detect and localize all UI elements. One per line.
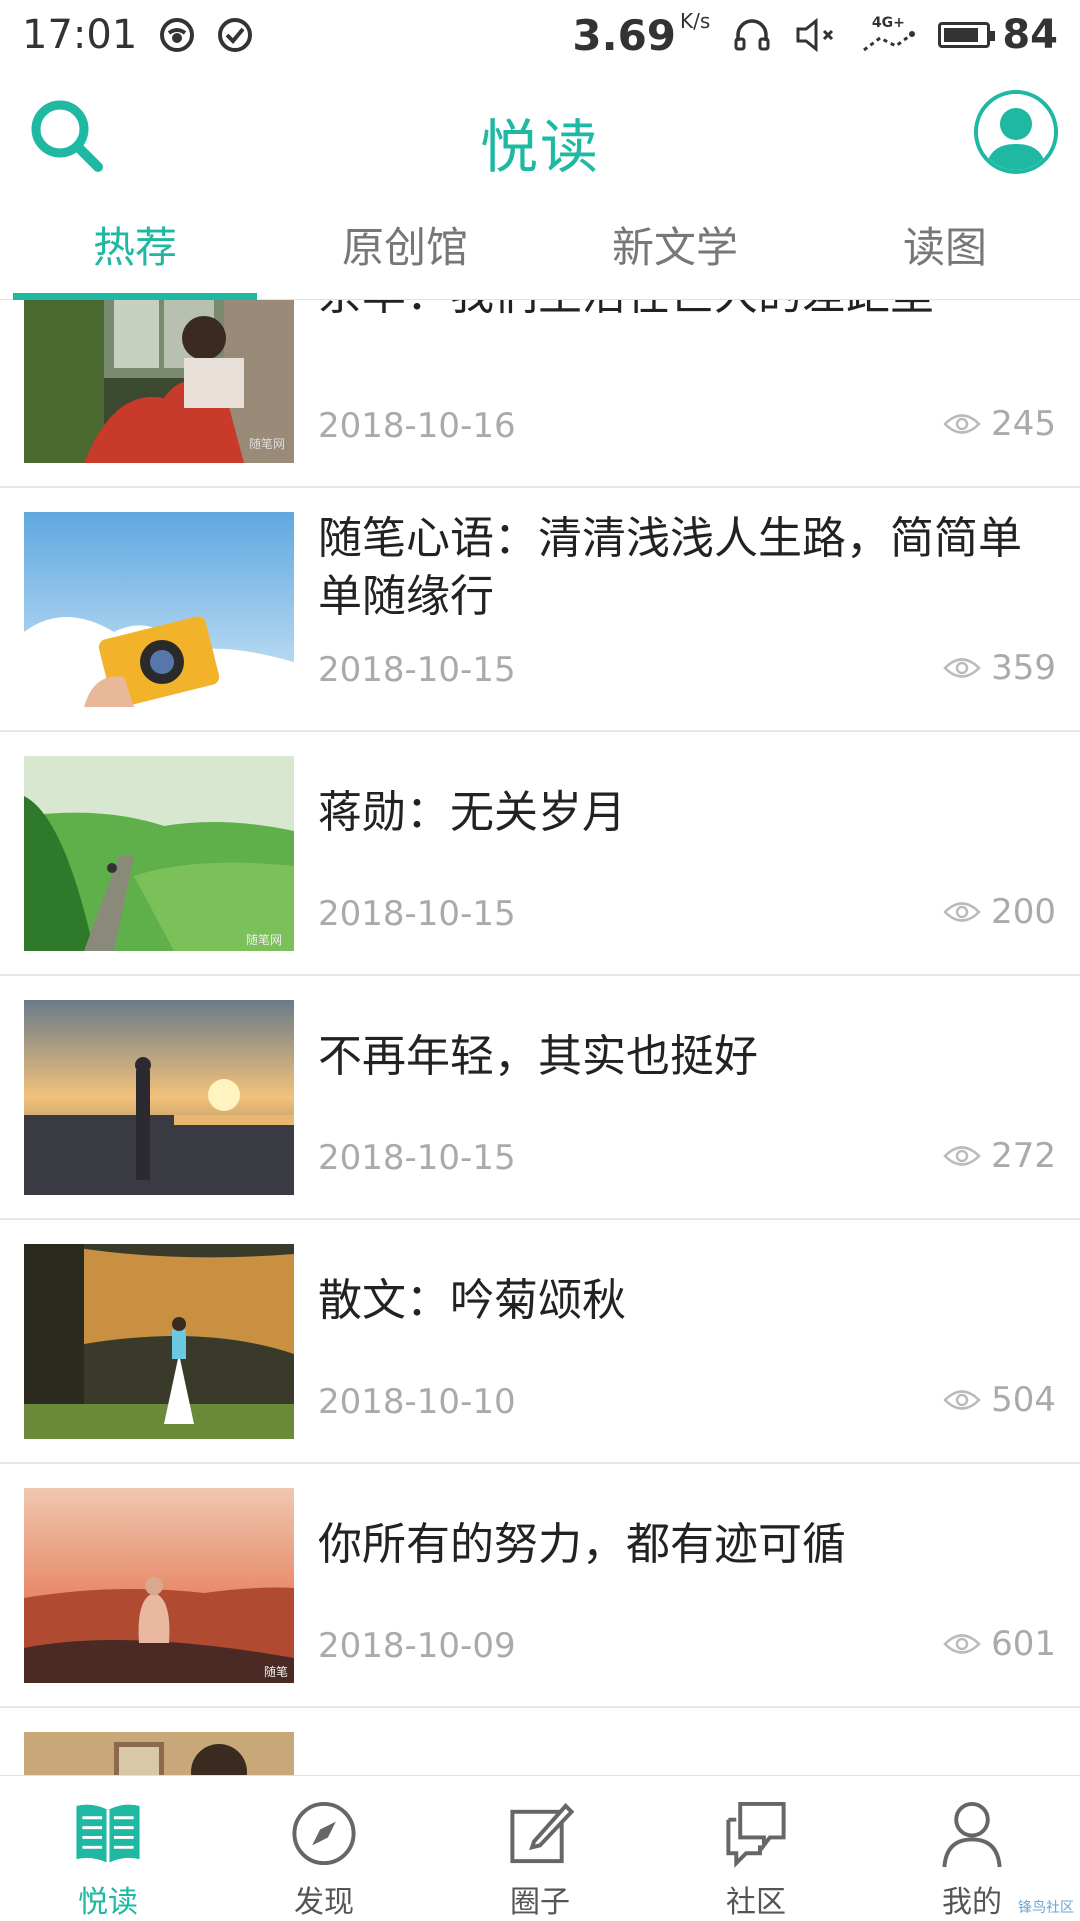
network-speed: 3.69 [572,10,677,60]
tab-original[interactable]: 原创馆 [270,200,540,299]
nav-label: 悦读 [78,1885,138,1920]
status-time: 17:01 [22,12,138,58]
user-icon [942,1801,1002,1868]
nav-label: 圈子 [510,1885,570,1920]
eye-icon [943,1146,981,1166]
article-date: 2018-10-10 [318,1382,516,1422]
article-views: 504 [943,1380,1056,1420]
article-title: 随笔心语：清清浅浅人生路，简简单单随缘行 [318,513,1022,622]
nav-item-read[interactable]: 悦读 [0,1776,216,1921]
article-title: 你所有的努力，都有迹可循 [318,1519,846,1570]
article-views: 200 [943,892,1056,932]
check-circle-icon [217,17,253,53]
tab-picture-reading[interactable]: 读图 [810,200,1080,299]
article-date: 2018-10-15 [318,650,516,690]
thumbnail-watermark: 随笔网 [246,932,282,947]
bottom-navigation: 悦读 发现 圈子 社区 我的 锋鸟社区 [0,1775,1080,1921]
view-count: 504 [991,1380,1056,1420]
article-thumbnail [24,1000,294,1195]
article-thumbnail [24,1732,294,1775]
article-row[interactable] [0,1708,1080,1775]
category-tabs: 热荐 原创馆 新文学 读图 [0,200,1080,300]
eye-icon [943,1634,981,1654]
eye-icon [943,902,981,922]
article-row[interactable]: 不再年轻，其实也挺好 2018-10-15 272 [0,976,1080,1220]
signal-4g-icon: 4G+ [860,16,916,54]
network-speed-unit: K/s [680,8,711,33]
view-count: 272 [991,1136,1056,1176]
eye-icon [943,1390,981,1410]
article-date: 2018-10-15 [318,894,516,934]
page-title: 悦读 [479,113,600,181]
article-views: 245 [943,404,1056,444]
avatar-icon [978,94,1054,170]
nav-item-community[interactable]: 社区 [648,1776,864,1921]
nav-label: 发现 [294,1885,354,1920]
nav-label: 我的 [942,1885,1002,1920]
eye-icon [943,414,981,434]
view-count: 200 [991,892,1056,932]
article-date: 2018-10-15 [318,1138,516,1178]
watermark-text: 锋鸟社区 [1018,1900,1074,1916]
network-type: 4G+ [871,15,905,31]
article-row[interactable]: 随笔网 蒋勋：无关岁月 2018-10-15 200 [0,732,1080,976]
article-row[interactable]: 随笔 你所有的努力，都有迹可循 2018-10-09 601 [0,1464,1080,1708]
tab-hot[interactable]: 热荐 [0,200,270,300]
article-views: 359 [943,648,1056,688]
article-thumbnail: 随笔网 [24,756,294,951]
article-list-content: 随笔网 余华：我们生活在巨大的差距里 2018-10-16 245 [0,300,1080,1775]
article-title: 散文：吟菊颂秋 [318,1275,626,1326]
article-title: 不再年轻，其实也挺好 [318,1031,758,1082]
tab-new-literature[interactable]: 新文学 [540,200,810,299]
article-thumbnail: 随笔 [24,1488,294,1683]
nav-item-circle[interactable]: 圈子 [432,1776,648,1921]
article-title: 蒋勋：无关岁月 [318,787,626,838]
chat-icon [726,1801,786,1868]
avatar-button[interactable] [974,90,1058,174]
status-left: 17:01 [22,12,253,58]
article-date: 2018-10-16 [318,406,516,446]
mute-icon [794,15,838,55]
view-count: 601 [991,1624,1056,1664]
face-icon [159,17,195,53]
article-date: 2018-10-09 [318,1626,516,1666]
nav-label: 社区 [726,1885,786,1920]
headphones-icon [732,15,772,55]
article-thumbnail [24,512,294,707]
nav-item-discover[interactable]: 发现 [216,1776,432,1921]
compass-icon [292,1801,356,1866]
article-thumbnail: 随笔网 [24,300,294,463]
status-right: 3.69 K/s 4G+ 84 [572,11,1058,60]
thumbnail-watermark: 随笔网 [249,436,285,451]
article-title: 余华：我们生活在巨大的差距里 [318,300,1040,324]
battery-level: 84 [1002,12,1058,58]
view-count: 359 [991,648,1056,688]
article-views: 272 [943,1136,1056,1176]
article-list[interactable]: 随笔网 余华：我们生活在巨大的差距里 2018-10-16 245 [0,300,1080,1775]
article-row[interactable]: 散文：吟菊颂秋 2018-10-10 504 [0,1220,1080,1464]
status-bar: 17:01 3.69 K/s 4G+ 84 [0,0,1080,70]
battery-indicator: 84 [938,12,1058,58]
app-header: 悦读 [0,70,1080,200]
thumbnail-watermark: 随笔 [264,1664,288,1679]
article-row[interactable]: 随笔心语：清清浅浅人生路，简简单单随缘行 2018-10-15 359 [0,488,1080,732]
view-count: 245 [991,404,1056,444]
eye-icon [943,658,981,678]
book-icon [76,1804,140,1864]
battery-icon [938,22,996,48]
article-row[interactable]: 随笔网 余华：我们生活在巨大的差距里 2018-10-16 245 [0,300,1080,488]
article-views: 601 [943,1624,1056,1664]
edit-icon [510,1803,575,1864]
article-thumbnail [24,1244,294,1439]
